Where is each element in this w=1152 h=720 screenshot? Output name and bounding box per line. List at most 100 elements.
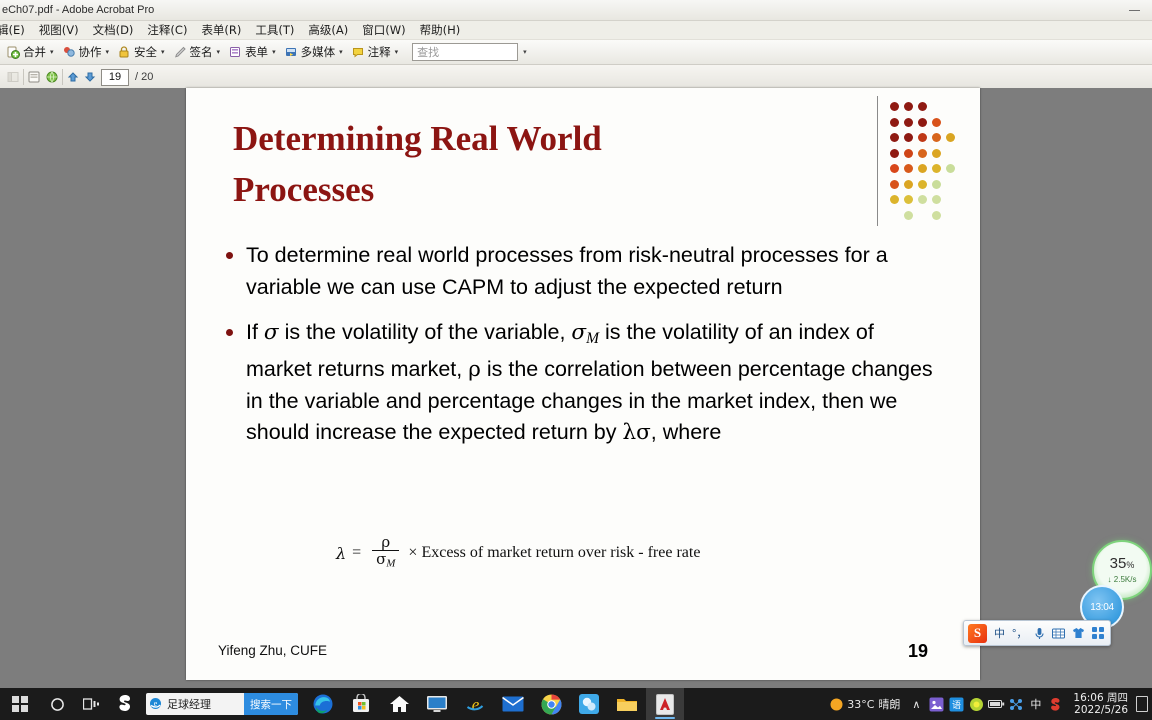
tray-picture-icon[interactable]: [926, 688, 946, 720]
taskbar-store-icon[interactable]: [342, 688, 380, 720]
network-speed-label: ↓ 2.5K/s: [1107, 575, 1137, 584]
sogou-browser-icon[interactable]: [108, 688, 142, 720]
merge-icon: [6, 45, 20, 59]
taskbar-mail-icon[interactable]: [494, 688, 532, 720]
document-area[interactable]: Determining Real World Processes To dete…: [0, 88, 1152, 688]
punctuation-icon[interactable]: °，: [1012, 625, 1027, 641]
form-icon: [228, 45, 242, 59]
menu-item-help[interactable]: 帮助(H): [413, 21, 468, 39]
sogou-logo-icon[interactable]: S: [968, 623, 987, 643]
decorative-dot: [890, 102, 899, 111]
menu-item-advanced[interactable]: 高级(A): [301, 21, 355, 39]
formula-fraction: ρ σM: [372, 534, 400, 573]
toolbar-comment-button[interactable]: 注释 ▾: [347, 43, 403, 61]
chevron-down-icon[interactable]: ▾: [161, 48, 165, 56]
menu-item-forms[interactable]: 表单(R): [194, 21, 248, 39]
menu-item-view[interactable]: 视图(V): [32, 21, 86, 39]
menu-item-comment[interactable]: 注释(C): [140, 21, 194, 39]
bullet-dot-icon: [226, 329, 233, 336]
toolbar-sign-button[interactable]: 签名 ▾: [169, 43, 225, 61]
notification-center-icon[interactable]: [1136, 696, 1148, 712]
decorative-dot: [932, 195, 941, 204]
slide-footer-author: Yifeng Zhu, CUFE: [218, 643, 328, 658]
taskbar: e 足球经理 搜索一下 e 33°C 晴朗 ∧ 语 中 16:06 周四 202…: [0, 688, 1152, 720]
decorative-dot: [904, 210, 913, 220]
chevron-down-icon[interactable]: ▾: [339, 48, 343, 56]
taskbar-wechat-icon[interactable]: [570, 688, 608, 720]
show-hidden-icons-chevron-icon[interactable]: ∧: [906, 688, 926, 720]
chevron-down-icon[interactable]: ▾: [272, 48, 276, 56]
chevron-down-icon[interactable]: ▾: [217, 48, 221, 56]
globe-icon[interactable]: [45, 70, 59, 84]
tray-ime-panel-icon[interactable]: 语: [946, 688, 966, 720]
decorative-dot: [932, 210, 941, 220]
taskbar-clock[interactable]: 16:06 周四 2022/5/26: [1073, 692, 1134, 716]
collaborate-icon: [62, 45, 76, 59]
decorative-dot: [890, 117, 899, 127]
decorative-dot: [932, 164, 941, 173]
taskbar-acrobat-icon[interactable]: [646, 688, 684, 720]
main-toolbar: 合并 ▾ 协作 ▾ 安全 ▾ 签名 ▾ 表单 ▾ 多媒体 ▾ 注释 ▾ 查找 ▾: [0, 40, 1152, 65]
tray-sogou-icon[interactable]: [1045, 688, 1065, 720]
tray-security-icon[interactable]: [966, 688, 986, 720]
menu-item-tools[interactable]: 工具(T): [248, 21, 301, 39]
taskbar-search-query: 足球经理: [167, 698, 211, 711]
menu-item-window[interactable]: 窗口(W): [355, 21, 412, 39]
toolbar-forms-button[interactable]: 表单 ▾: [224, 43, 280, 61]
taskbar-explorer-icon[interactable]: [608, 688, 646, 720]
taskbar-home-icon[interactable]: [380, 688, 418, 720]
taskbar-edge-icon[interactable]: [304, 688, 342, 720]
weather-temp: 33°C: [847, 697, 875, 711]
taskbar-chrome-icon[interactable]: [532, 688, 570, 720]
decorative-dot: [918, 117, 927, 127]
taskbar-internet-explorer-icon[interactable]: e: [456, 688, 494, 720]
toolbar-security-button[interactable]: 安全 ▾: [113, 43, 169, 61]
skin-icon[interactable]: [1072, 627, 1085, 639]
cortana-search-icon[interactable]: [40, 688, 74, 720]
page-number-input[interactable]: 19: [101, 68, 129, 86]
apps-icon[interactable]: [1092, 627, 1105, 639]
decorative-dot: [904, 179, 913, 189]
weather-sun-icon[interactable]: [829, 697, 843, 711]
tray-network-icon[interactable]: [1006, 688, 1026, 720]
find-dropdown-icon[interactable]: ▾: [523, 48, 527, 56]
lock-icon: [117, 45, 131, 59]
menu-item-document[interactable]: 文档(D): [86, 21, 141, 39]
taskbar-display-icon[interactable]: [418, 688, 456, 720]
toolbar-multimedia-button[interactable]: 多媒体 ▾: [280, 43, 347, 61]
bullet-dot-icon: [226, 252, 233, 259]
tray-ime-label[interactable]: 中: [1030, 696, 1041, 712]
start-button[interactable]: [0, 688, 40, 720]
ime-toolbar[interactable]: S 中 °，: [963, 620, 1112, 646]
system-tray: 33°C 晴朗 ∧ 语 中 16:06 周四 2022/5/26: [829, 688, 1152, 720]
decorative-dot: [904, 102, 913, 111]
minimize-button[interactable]: [1116, 0, 1152, 20]
network-percent: 35%: [1109, 555, 1135, 572]
bullet-text: To determine real world processes from r…: [246, 243, 888, 299]
find-input[interactable]: 查找: [412, 43, 519, 61]
microphone-icon[interactable]: [1034, 627, 1045, 640]
decorative-dot: [904, 195, 913, 204]
chevron-down-icon[interactable]: ▾: [395, 48, 399, 56]
toolbar-merge-button[interactable]: 合并 ▾: [2, 43, 58, 61]
chinese-mode-icon[interactable]: 中: [994, 625, 1005, 641]
pen-icon: [173, 45, 187, 59]
list-item: To determine real world processes from r…: [226, 240, 940, 303]
chevron-down-icon[interactable]: ▾: [50, 48, 54, 56]
tray-battery-icon[interactable]: [986, 688, 1006, 720]
previous-page-icon[interactable]: [66, 70, 80, 84]
menu-item-edit[interactable]: 辑(E): [0, 21, 32, 39]
task-view-icon[interactable]: [74, 688, 108, 720]
next-page-icon[interactable]: [83, 70, 97, 84]
sidebar-toggle-icon[interactable]: [6, 70, 20, 84]
chevron-down-icon[interactable]: ▾: [106, 48, 110, 56]
taskbar-search-box[interactable]: e 足球经理 搜索一下: [146, 693, 298, 715]
page-thumbnail-icon[interactable]: [27, 70, 41, 84]
toolbar-comment-label: 注释: [367, 45, 391, 59]
toolbar-collaborate-button[interactable]: 协作 ▾: [58, 43, 114, 61]
decorative-dot: [946, 133, 955, 142]
svg-text:e: e: [471, 695, 479, 714]
decorative-dot: [890, 195, 899, 204]
taskbar-search-button[interactable]: 搜索一下: [244, 693, 298, 715]
keyboard-icon[interactable]: [1052, 628, 1066, 639]
